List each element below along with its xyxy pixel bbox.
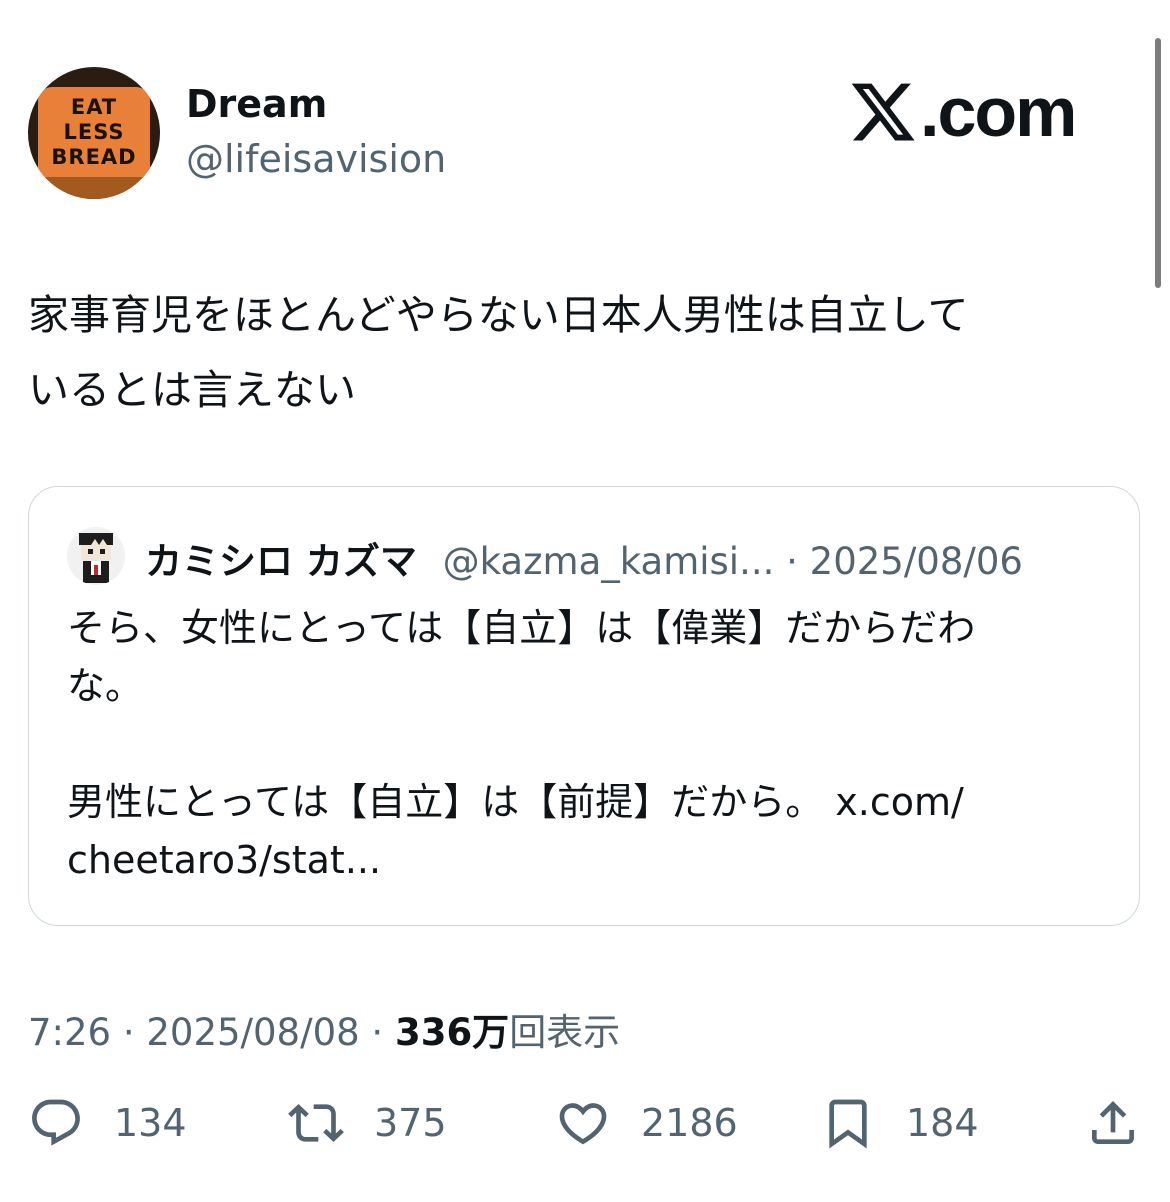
character-avatar-icon (79, 533, 113, 583)
meta-separator-2: · (359, 1011, 395, 1054)
repost-count: 375 (374, 1101, 447, 1145)
meta-separator-1: · (111, 1011, 147, 1054)
bookmark-count: 184 (906, 1101, 979, 1145)
author-avatar[interactable]: EAT LESS BREAD (28, 67, 160, 199)
action-bar: 134 375 2186 184 (0, 1095, 1170, 1165)
reply-count: 134 (114, 1101, 187, 1145)
tweet-meta: 7:26 · 2025/08/08 · 336万回表示 (28, 1002, 620, 1056)
quote-text: そら、女性にとっては【自立】は【偉業】だからだわ な。 男性にとっては【自立】は… (67, 599, 1107, 889)
x-logo-icon (851, 83, 915, 141)
quote-date[interactable]: 2025/08/06 (810, 540, 1023, 583)
tweet-text-line-1: 家事育児をほとんどやらない日本人男性は自立して (28, 291, 969, 339)
quote-text-line-2: な。 (67, 664, 144, 708)
tweet-date[interactable]: 2025/08/08 (146, 1011, 359, 1054)
quote-text-line-4: cheetaro3/stat... (67, 838, 382, 882)
quote-text-line-3: 男性にとっては【自立】は【前提】だから。 x.com/ (67, 780, 964, 824)
share-button[interactable] (1085, 1095, 1141, 1151)
avatar-bread: EAT LESS BREAD (38, 87, 150, 177)
quote-author-handle[interactable]: @kazma_kamisi... (443, 540, 775, 583)
repost-button[interactable]: 375 (288, 1095, 447, 1151)
author-handle[interactable]: @lifeisavision (186, 137, 446, 181)
share-icon (1092, 1101, 1134, 1144)
tweet-text-line-2: いるとは言えない (28, 366, 356, 414)
quote-separator: · (774, 540, 810, 583)
reply-icon (32, 1099, 80, 1146)
bookmark-button[interactable]: 184 (820, 1095, 979, 1151)
view-label: 回表示 (509, 1011, 621, 1054)
bookmark-icon (829, 1099, 867, 1149)
scrollbar[interactable] (1155, 38, 1161, 288)
like-count: 2186 (641, 1101, 738, 1145)
logo-domain-text: .com (920, 73, 1077, 151)
repost-icon (288, 1104, 344, 1142)
avatar-text-3: BREAD (51, 144, 137, 169)
view-count: 336万 (394, 1011, 510, 1054)
quote-header: カミシロ カズマ @kazma_kamisi... · 2025/08/06 (145, 531, 1023, 585)
quote-author-avatar[interactable] (67, 527, 125, 585)
quote-author-name[interactable]: カミシロ カズマ (145, 540, 417, 583)
avatar-text-1: EAT (70, 94, 118, 119)
reply-button[interactable]: 134 (28, 1095, 187, 1151)
tweet-text: 家事育児をほとんどやらない日本人男性は自立して いるとは言えない (28, 278, 1143, 428)
quote-text-line-1: そら、女性にとっては【自立】は【偉業】だからだわ (67, 606, 976, 650)
x-com-logo: .com (848, 72, 1077, 152)
author-name[interactable]: Dream (186, 82, 327, 126)
tweet-time[interactable]: 7:26 (28, 1011, 111, 1054)
quote-tweet-card[interactable]: カミシロ カズマ @kazma_kamisi... · 2025/08/06 そ… (28, 486, 1140, 926)
avatar-text-2: LESS (63, 119, 125, 144)
heart-icon (559, 1103, 607, 1145)
like-button[interactable]: 2186 (555, 1095, 738, 1151)
